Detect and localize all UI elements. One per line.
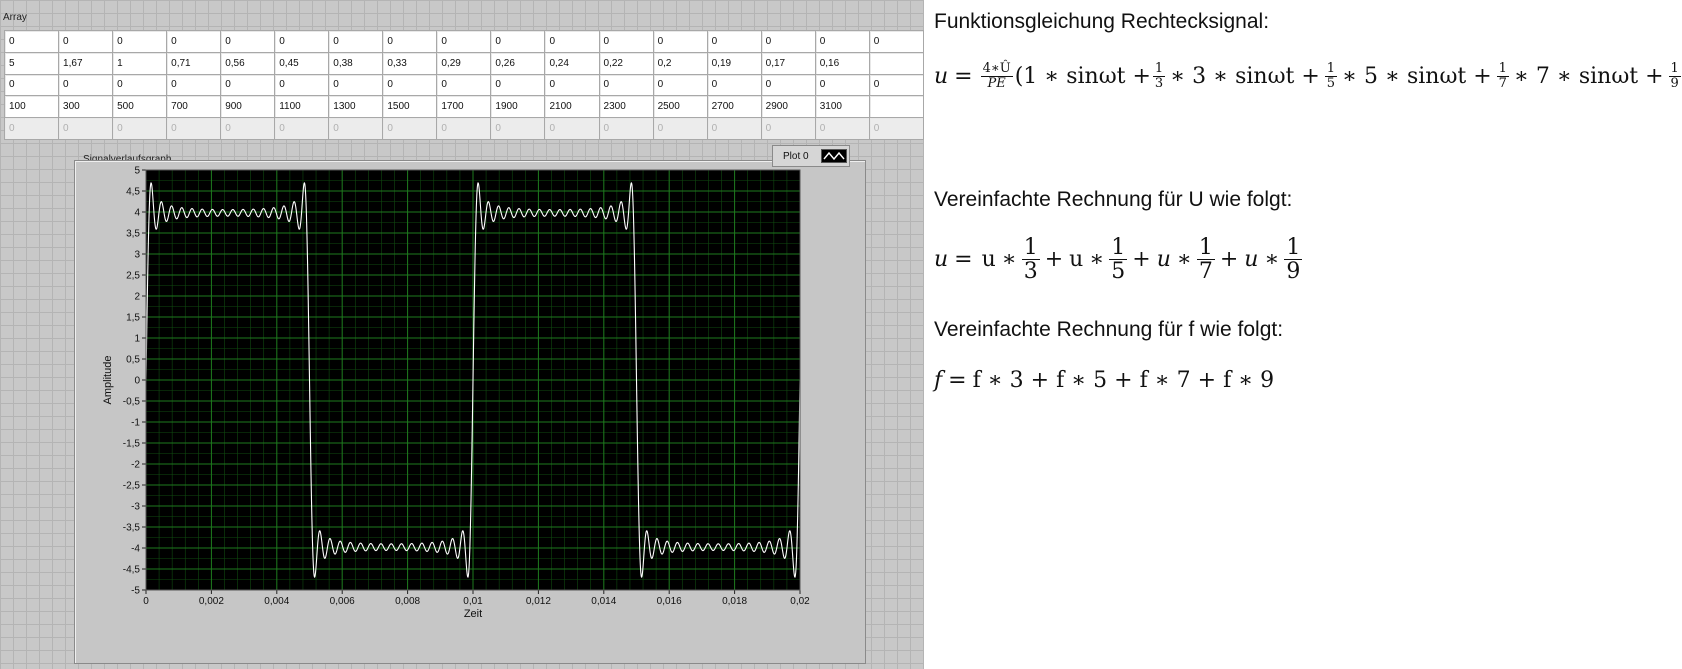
- fraction-denominator: 5: [1326, 75, 1336, 91]
- multiply-sign: ∗: [1089, 247, 1105, 273]
- multiply-sign: ∗: [1264, 247, 1280, 273]
- fraction-numerator: 1: [1284, 235, 1303, 261]
- y-tick-label: 4: [134, 208, 140, 219]
- fraction: 17: [1496, 61, 1509, 91]
- y-tick-label: -4: [131, 544, 140, 555]
- y-tick-label: -4,5: [123, 565, 141, 576]
- equation-simplified-f: f = f ∗ 3 + f ∗ 5 + f ∗ 7 + f ∗ 9: [934, 368, 1275, 393]
- y-tick-label: 2,5: [126, 271, 140, 282]
- x-axis-label: Zeit: [464, 608, 482, 620]
- y-tick-label: -3,5: [123, 523, 141, 534]
- y-tick-label: 5: [134, 166, 140, 177]
- x-tick-label: 0,016: [657, 596, 682, 607]
- y-tick-label: -1,5: [123, 439, 141, 450]
- eq1-body: (1 ∗ sinωt +: [1014, 63, 1151, 89]
- y-tick-label: -3: [131, 502, 140, 513]
- y-axis-label: Amplitude: [102, 356, 114, 405]
- y-tick-label: -0,5: [123, 397, 141, 408]
- eq1-prefactor: 4∗Û PE: [980, 61, 1013, 91]
- fraction: 15: [1109, 235, 1128, 285]
- fraction-denominator: 5: [1111, 259, 1126, 285]
- x-tick-label: 0,014: [591, 596, 616, 607]
- equation-square-wave: u = 4∗Û PE (1 ∗ sinωt + 1 3 ∗ 3 ∗ sinωt +1…: [934, 62, 1682, 90]
- plot-legend[interactable]: Plot 0: [772, 145, 850, 167]
- y-tick-label: 4,5: [126, 187, 140, 198]
- x-tick-label: 0,018: [722, 596, 747, 607]
- x-tick-label: 0,02: [790, 596, 810, 607]
- equation-panel: Funktionsgleichung Rechtecksignal: u = 4…: [924, 0, 1682, 669]
- heading-simplified-f: Vereinfachte Rechnung für f wie folgt:: [934, 318, 1284, 341]
- fraction: 19: [1284, 235, 1303, 285]
- y-tick-label: 1: [134, 334, 140, 345]
- y-tick-label: -1: [131, 418, 140, 429]
- y-tick-label: 0: [134, 376, 140, 387]
- eq2-var: u: [981, 247, 996, 273]
- eq1-term-tail: ∗ 3 ∗ sinωt +: [1170, 63, 1320, 89]
- fraction: 19: [1668, 61, 1681, 91]
- multiply-sign: ∗: [1176, 247, 1192, 273]
- labview-front-panel: Array 0 0 0 0 0 0 0 0 0 0 0 0 0 0 0 0 0 5 1,67 1 0,71 0,56 0,4…: [0, 0, 925, 669]
- eq1-prefactor-den: PE: [987, 75, 1006, 91]
- heading-square-wave-equation: Funktionsgleichung Rechtecksignal:: [934, 10, 1270, 33]
- eq1-lhs: u: [934, 63, 949, 89]
- eq2-var: u: [1156, 247, 1171, 273]
- y-tick-label: 3,5: [126, 229, 140, 240]
- fraction-denominator: 9: [1286, 259, 1301, 285]
- fraction-denominator: 9: [1670, 75, 1679, 91]
- fraction-numerator: 1: [1496, 61, 1509, 77]
- y-tick-label: 2: [134, 292, 140, 303]
- waveform-chart-svg: 0 0,002 0,004 0,006 0,008 0,01 0,012 0,014 0,016…: [102, 166, 810, 621]
- x-tick-label: 0,006: [330, 596, 355, 607]
- fraction: 15: [1324, 61, 1338, 91]
- fraction-denominator: 3: [1023, 259, 1038, 285]
- fraction-denominator: 7: [1498, 75, 1507, 91]
- fraction-denominator: 3: [1154, 75, 1164, 91]
- y-tick-label: 0,5: [126, 355, 140, 366]
- fraction-numerator: 1: [1668, 61, 1681, 77]
- fraction-numerator: 1: [1152, 61, 1166, 77]
- y-tick-label: -2: [131, 460, 140, 471]
- eq1-prefactor-num: 4∗Û: [980, 61, 1013, 77]
- x-tick-label: 0,012: [526, 596, 551, 607]
- fraction-numerator: 1: [1021, 235, 1040, 261]
- plus-sign: +: [1132, 247, 1151, 273]
- plot-legend-label: Plot 0: [783, 151, 809, 162]
- multiply-sign: ∗: [1001, 247, 1017, 273]
- fraction-denominator: 7: [1198, 259, 1213, 285]
- plus-sign: +: [1219, 247, 1239, 273]
- eq2-lhs: u: [934, 247, 949, 273]
- x-tick-label: 0: [143, 596, 149, 607]
- y-tick-label: 1,5: [126, 313, 140, 324]
- x-tick-label: 0,002: [199, 596, 224, 607]
- fraction-numerator: 1: [1196, 235, 1215, 261]
- plot-line-icon: [821, 149, 847, 163]
- x-tick-label: 0,01: [463, 596, 483, 607]
- y-tick-label: -2,5: [123, 481, 141, 492]
- eq3-lhs: f: [934, 368, 943, 393]
- eq2-var: u: [1244, 247, 1259, 273]
- eq2-terms: u ∗ 1 3 + u ∗ 1 5 + u ∗ 1 7 + u ∗ 1 9: [979, 236, 1305, 283]
- y-tick-label: 3: [134, 250, 140, 261]
- eq1-term-tail: ∗ 5 ∗ sinωt +: [1342, 63, 1492, 89]
- y-tick-label: -5: [131, 586, 140, 597]
- x-tick-label: 0,004: [264, 596, 289, 607]
- fraction-numerator: 1: [1109, 235, 1128, 261]
- eq3-rhs: f ∗ 3 + f ∗ 5 + f ∗ 7 + f ∗ 9: [972, 368, 1275, 393]
- x-tick-label: 0,008: [395, 596, 420, 607]
- eq1-term-tail: ∗ 7 ∗ sinωt +: [1513, 63, 1664, 89]
- fraction-numerator: 1: [1324, 61, 1338, 77]
- equation-simplified-u: u = u ∗ 1 3 + u ∗ 1 5 + u ∗ 1 7 + u ∗ 1 9: [934, 236, 1304, 283]
- plus-sign: +: [1044, 247, 1064, 273]
- eq1-terms: 1 3 ∗ 3 ∗ sinωt +1 5 ∗ 5 ∗ sinωt +1 7 ∗ 7 ∗ si…: [1151, 62, 1682, 90]
- fraction: 13: [1152, 61, 1166, 91]
- eq2-var: u: [1069, 247, 1084, 273]
- fraction: 13: [1021, 235, 1040, 285]
- fraction: 17: [1196, 235, 1215, 285]
- heading-simplified-u: Vereinfachte Rechnung für U wie folgt:: [934, 188, 1293, 211]
